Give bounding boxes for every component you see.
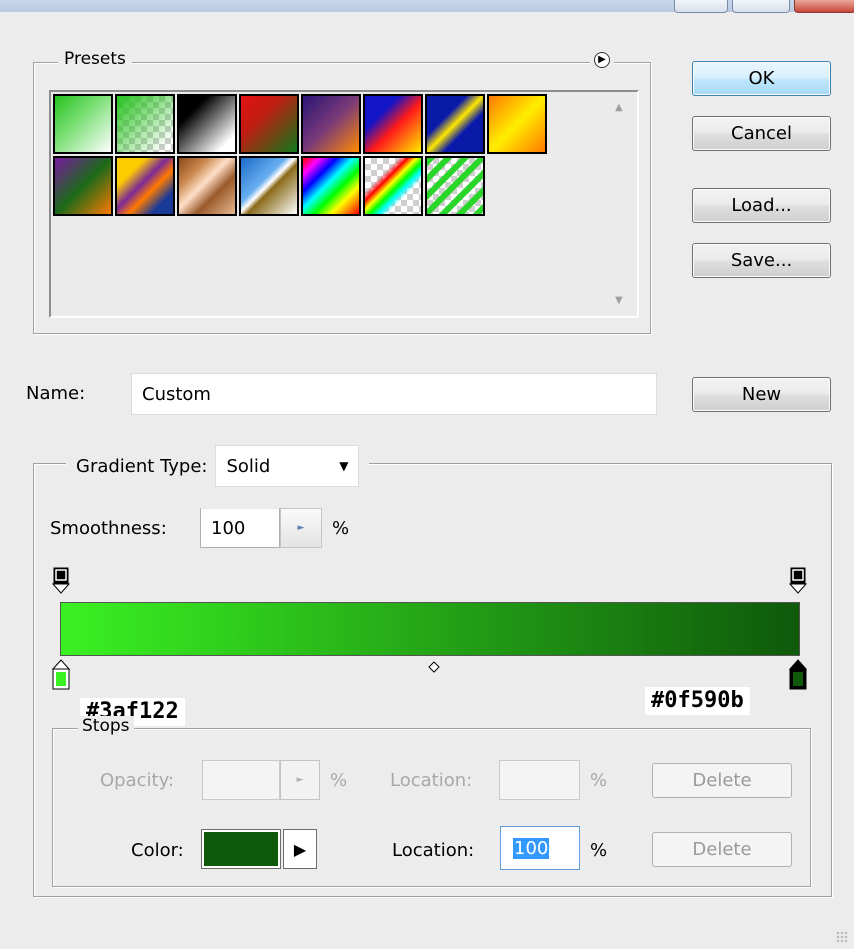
chevron-down-icon: ▼ <box>339 459 349 473</box>
preset-swatch[interactable] <box>363 156 423 216</box>
color-stop-left[interactable] <box>51 659 71 690</box>
scroll-down-icon[interactable]: ▼ <box>615 295 623 306</box>
preset-swatch[interactable] <box>239 156 299 216</box>
color-location-unit: % <box>590 840 608 861</box>
color-swatch[interactable] <box>201 829 281 869</box>
presets-scrollbar[interactable]: ▲ ▼ <box>605 92 637 316</box>
gradient-type-row: Gradient Type: Solid ▼ <box>66 445 370 487</box>
maximize-button[interactable] <box>732 0 790 13</box>
opacity-label: Opacity: <box>100 770 174 791</box>
preset-swatch[interactable] <box>363 94 423 154</box>
opacity-slider-button[interactable]: ► <box>280 760 320 800</box>
stops-legend: Stops <box>78 716 134 736</box>
color-location-label: Location: <box>392 840 475 861</box>
smoothness-value: 100 <box>211 517 246 539</box>
resize-grip-icon[interactable] <box>836 931 848 943</box>
preset-swatch[interactable] <box>239 94 299 154</box>
gradient-preview-bar[interactable] <box>60 602 800 656</box>
smoothness-unit: % <box>332 518 350 539</box>
color-location-field[interactable]: 100 <box>500 826 580 870</box>
opacity-stop-right[interactable] <box>788 567 808 594</box>
presets-menu-icon[interactable]: ▶ <box>594 52 610 68</box>
color-stop-right[interactable] <box>788 659 808 690</box>
opacity-stop-left[interactable] <box>51 567 71 594</box>
save-button[interactable]: Save... <box>692 243 831 278</box>
preset-swatch[interactable] <box>425 94 485 154</box>
smoothness-field[interactable]: 100 <box>200 508 280 548</box>
opacity-delete-button[interactable]: Delete <box>652 763 792 798</box>
name-label: Name: <box>26 383 86 404</box>
preset-swatch[interactable] <box>53 156 113 216</box>
minimize-button[interactable] <box>674 0 728 13</box>
presets-list <box>49 90 639 318</box>
opacity-location-unit: % <box>590 770 608 791</box>
gradient-midpoint-diamond[interactable] <box>428 661 440 673</box>
opacity-location-label: Location: <box>390 770 473 791</box>
gradient-type-select[interactable]: Solid ▼ <box>215 445 360 487</box>
gradient-type-label: Gradient Type: <box>76 455 208 477</box>
smoothness-label: Smoothness: <box>50 518 167 539</box>
preset-swatch[interactable] <box>177 94 237 154</box>
color-location-value: 100 <box>513 837 550 859</box>
preset-swatch[interactable] <box>425 156 485 216</box>
preset-swatch[interactable] <box>115 94 175 154</box>
load-button[interactable]: Load... <box>692 188 831 223</box>
preset-swatch[interactable] <box>301 156 361 216</box>
presets-legend: Presets <box>58 49 132 69</box>
preset-swatch[interactable] <box>487 94 547 154</box>
smoothness-slider-button[interactable]: ► <box>280 508 322 548</box>
opacity-location-field[interactable] <box>499 760 580 800</box>
new-button[interactable]: New <box>692 377 831 412</box>
name-value: Custom <box>142 383 211 405</box>
color-swatch-fill <box>204 832 278 866</box>
end-color-hex: #0f590b <box>645 687 750 715</box>
opacity-stops-track <box>51 567 808 594</box>
preset-swatch[interactable] <box>115 156 175 216</box>
preset-swatch[interactable] <box>53 94 113 154</box>
preset-swatch[interactable] <box>301 94 361 154</box>
ok-button[interactable]: OK <box>692 61 831 96</box>
opacity-field[interactable] <box>202 760 280 800</box>
opacity-unit: % <box>330 770 348 791</box>
preset-swatch[interactable] <box>177 156 237 216</box>
presets-legend-bg: ▶ <box>590 52 614 68</box>
color-menu-arrow-icon[interactable]: ▶ <box>283 829 317 869</box>
color-delete-button[interactable]: Delete <box>652 832 792 867</box>
name-field[interactable]: Custom <box>131 373 657 415</box>
cancel-button[interactable]: Cancel <box>692 116 831 151</box>
gradient-type-value: Solid <box>226 455 271 477</box>
close-button[interactable] <box>794 0 854 13</box>
color-label: Color: <box>131 840 184 861</box>
scroll-up-icon[interactable]: ▲ <box>615 102 623 113</box>
